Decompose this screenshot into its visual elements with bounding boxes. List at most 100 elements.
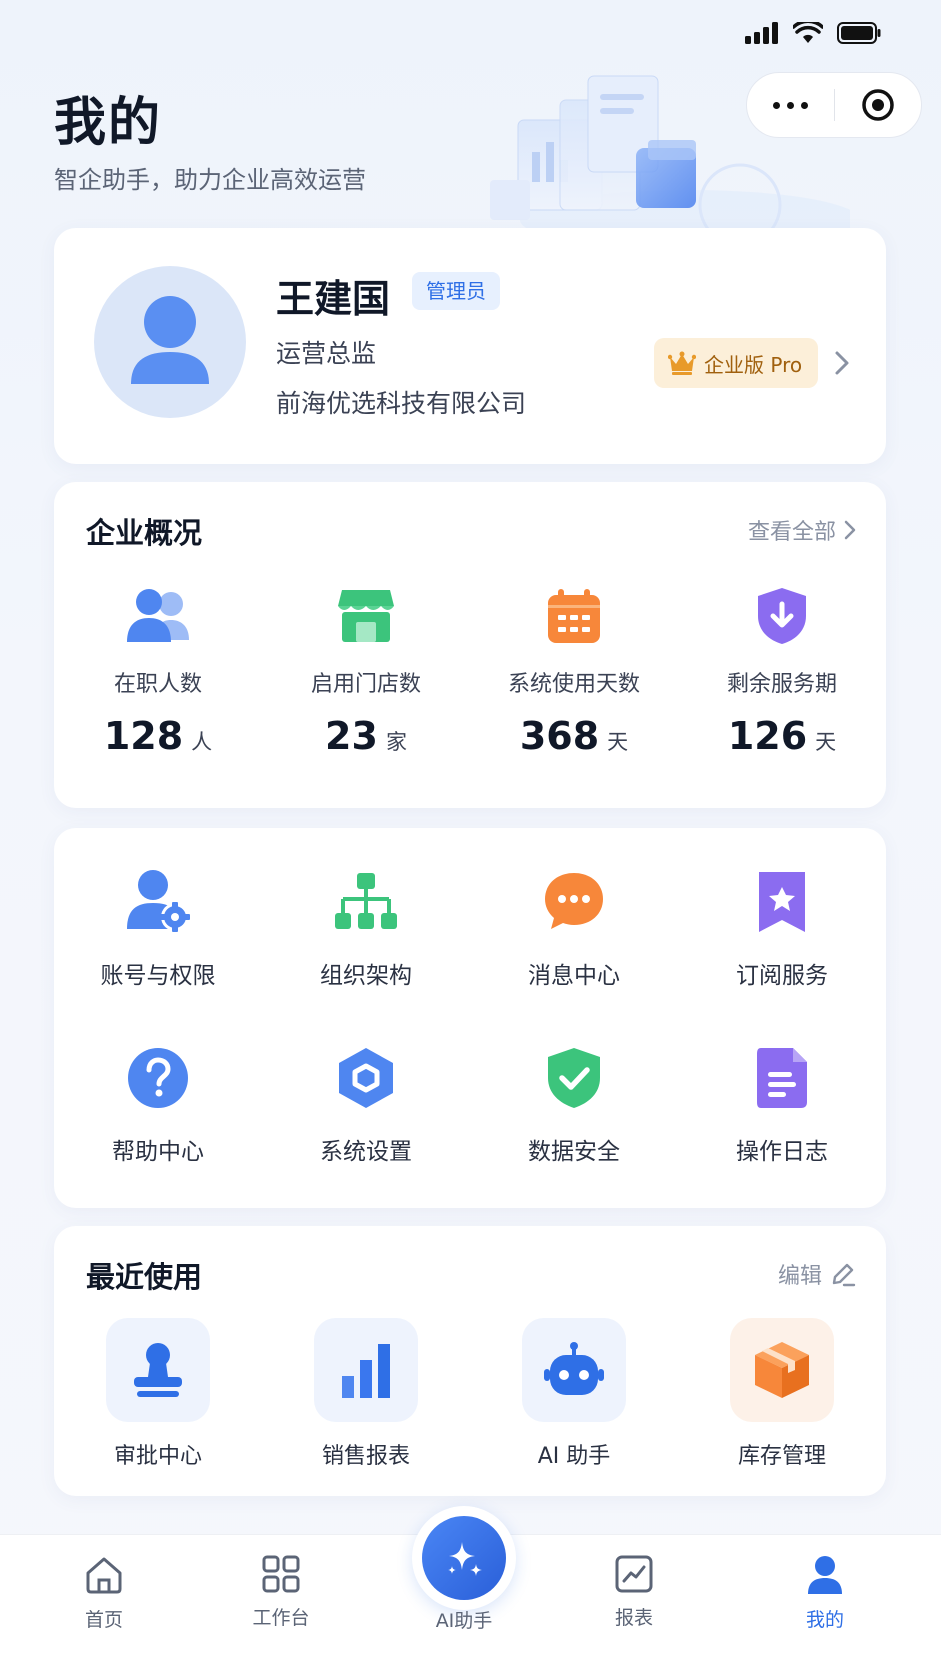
menu-item-subscription[interactable]: 订阅服务 [678, 866, 886, 990]
more-button[interactable] [747, 101, 834, 109]
shield-check-icon [538, 1042, 610, 1114]
plan-badge-label: 企业版 Pro [704, 352, 803, 377]
sparkle-icon [448, 1542, 482, 1576]
wifi-icon [793, 22, 823, 43]
profile-card[interactable]: 王建国 管理员 运营总监 前海优选科技有限公司 企业版 Pro [54, 228, 886, 464]
tab-label: 首页 [84, 1609, 123, 1631]
menu-item-data-security[interactable]: 数据安全 [470, 1042, 678, 1166]
users-icon [124, 582, 192, 650]
stat-label: 剩余服务期 [726, 672, 837, 697]
calendar-icon [540, 582, 608, 650]
home-icon [86, 1557, 122, 1594]
stat-label: 在职人数 [113, 672, 202, 697]
chat-bubble-icon [538, 866, 610, 938]
menu-item-org-structure[interactable]: 组织架构 [262, 866, 470, 990]
tab-label: AI助手 [435, 1610, 493, 1632]
recent-tile [730, 1318, 834, 1422]
box-icon [755, 1342, 809, 1398]
menu-item-operation-log[interactable]: 操作日志 [678, 1042, 886, 1166]
menu-item-account-permissions[interactable]: 账号与权限 [54, 866, 262, 990]
tab-reports[interactable]: 报表 [574, 1555, 694, 1630]
menu-item-label: 数据安全 [528, 1139, 620, 1165]
overview-title: 企业概况 [86, 516, 203, 550]
recent-item-inventory[interactable]: 库存管理 [678, 1318, 886, 1470]
plan-badge[interactable]: 企业版 Pro [654, 338, 818, 388]
user-company: 前海优选科技有限公司 [276, 389, 527, 418]
stat-employees[interactable]: 在职人数 128 人 [54, 582, 262, 758]
help-circle-icon [122, 1042, 194, 1114]
user-gear-icon [122, 866, 194, 938]
menu-item-label: 帮助中心 [112, 1139, 204, 1165]
stat-unit: 家 [385, 730, 407, 754]
tab-mine[interactable]: 我的 [765, 1555, 885, 1632]
stat-unit: 天 [607, 730, 629, 754]
tab-ai-assistant[interactable] [412, 1506, 516, 1610]
more-dot-icon [786, 101, 794, 109]
tab-label: 工作台 [252, 1607, 310, 1629]
role-badge: 管理员 [412, 272, 500, 310]
battery-icon [837, 22, 881, 44]
org-chart-icon [330, 866, 402, 938]
shield-download-icon [748, 582, 816, 650]
hexagon-settings-icon [330, 1042, 402, 1114]
recently-used-card: 最近使用 编辑 审批中心 销售报表 AI 助手 库存管理 [54, 1226, 886, 1496]
stat-value: 128 [103, 714, 184, 758]
recent-item-ai-assistant[interactable]: AI 助手 [470, 1318, 678, 1470]
close-miniprogram-button[interactable] [835, 88, 922, 122]
menu-item-label: 账号与权限 [100, 963, 216, 989]
more-dot-icon [800, 101, 808, 109]
recent-item-label: 库存管理 [737, 1444, 826, 1469]
more-dot-icon [772, 101, 780, 109]
page-subtitle: 智企助手，助力企业高效运营 [54, 166, 366, 194]
stat-usage-days[interactable]: 系统使用天数 368 天 [470, 582, 678, 758]
tab-home[interactable]: 首页 [44, 1555, 164, 1632]
tab-workbench[interactable]: 工作台 [221, 1555, 341, 1630]
bookmark-star-icon [746, 866, 818, 938]
recent-item-label: AI 助手 [537, 1444, 611, 1469]
edit-label: 编辑 [777, 1264, 822, 1289]
tab-label: 报表 [614, 1607, 653, 1629]
recent-item-label: 销售报表 [321, 1444, 410, 1469]
bar-chart-icon [342, 1344, 390, 1398]
stat-remaining-service[interactable]: 剩余服务期 126 天 [678, 582, 886, 758]
stat-stores[interactable]: 启用门店数 23 家 [262, 582, 470, 758]
recent-tile [314, 1318, 418, 1422]
pencil-icon [832, 1263, 856, 1287]
stat-value: 126 [727, 714, 808, 758]
stat-unit: 人 [191, 730, 213, 754]
stat-label: 系统使用天数 [507, 672, 640, 697]
recent-tile [106, 1318, 210, 1422]
person-icon [808, 1556, 842, 1594]
edit-recent-button[interactable]: 编辑 [778, 1258, 856, 1290]
view-all-label: 查看全部 [747, 520, 836, 545]
document-icon [746, 1042, 818, 1114]
view-all-link[interactable]: 查看全部 [748, 514, 856, 546]
stat-label: 启用门店数 [310, 672, 421, 697]
robot-icon [544, 1342, 604, 1395]
menu-item-label: 订阅服务 [736, 963, 828, 989]
recent-tile [522, 1318, 626, 1422]
user-job-title: 运营总监 [276, 339, 377, 368]
menu-item-help-center[interactable]: 帮助中心 [54, 1042, 262, 1166]
chevron-right-icon [835, 351, 849, 375]
stat-value: 23 [325, 714, 378, 758]
recent-title: 最近使用 [86, 1260, 203, 1294]
stat-value: 368 [519, 714, 600, 758]
store-icon [332, 582, 400, 650]
menu-item-label: 操作日志 [736, 1139, 828, 1165]
grid-icon [262, 1555, 300, 1593]
recent-item-approval-center[interactable]: 审批中心 [54, 1318, 262, 1470]
crown-icon [668, 351, 696, 375]
menu-item-label: 消息中心 [528, 963, 620, 989]
function-menu-card: 账号与权限 组织架构 消息中心 订阅服务 帮助中心 系统设置 数据安全 操作日志 [54, 828, 886, 1208]
chevron-right-icon [844, 520, 856, 540]
menu-item-system-settings[interactable]: 系统设置 [262, 1042, 470, 1166]
stamp-icon [134, 1343, 182, 1397]
recent-item-sales-report[interactable]: 销售报表 [262, 1318, 470, 1470]
recent-item-label: 审批中心 [113, 1444, 202, 1469]
menu-item-label: 系统设置 [320, 1139, 412, 1165]
avatar [94, 266, 246, 418]
target-icon [862, 89, 894, 121]
stat-unit: 天 [815, 730, 837, 754]
menu-item-message-center[interactable]: 消息中心 [470, 866, 678, 990]
